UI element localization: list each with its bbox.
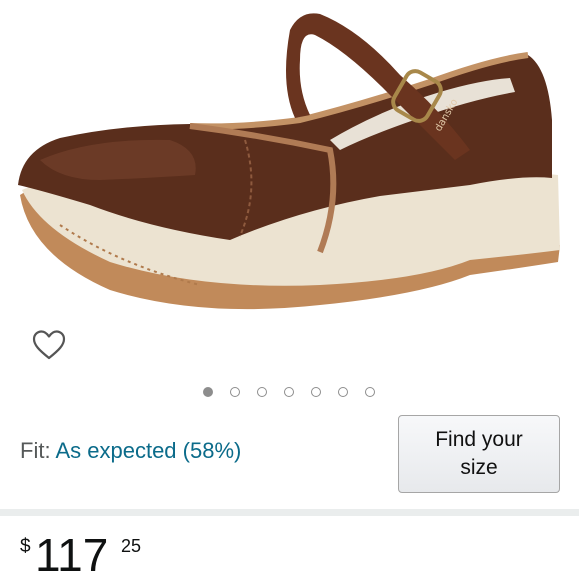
section-divider xyxy=(0,509,579,516)
find-your-size-button[interactable]: Find your size xyxy=(398,415,560,493)
carousel-dot[interactable] xyxy=(203,387,213,397)
carousel-dot[interactable] xyxy=(365,387,375,397)
fit-info: Fit: As expected (58%) xyxy=(20,438,241,464)
product-image[interactable]: dansko xyxy=(0,0,579,330)
carousel-dot[interactable] xyxy=(230,387,240,397)
carousel-dot[interactable] xyxy=(311,387,321,397)
carousel-dot[interactable] xyxy=(257,387,267,397)
fit-value-link[interactable]: As expected (58%) xyxy=(55,438,241,463)
price-currency-symbol: $ xyxy=(20,536,31,557)
price-whole: 117 xyxy=(35,529,109,581)
price-fraction: 25 xyxy=(121,536,142,556)
heart-icon[interactable] xyxy=(31,328,67,362)
carousel-dot[interactable] xyxy=(284,387,294,397)
find-size-label-line2: size xyxy=(460,456,498,479)
carousel-dot[interactable] xyxy=(338,387,348,397)
image-carousel-dots xyxy=(0,387,579,401)
fit-label: Fit: xyxy=(20,438,51,463)
find-size-label-line1: Find your xyxy=(435,428,523,451)
